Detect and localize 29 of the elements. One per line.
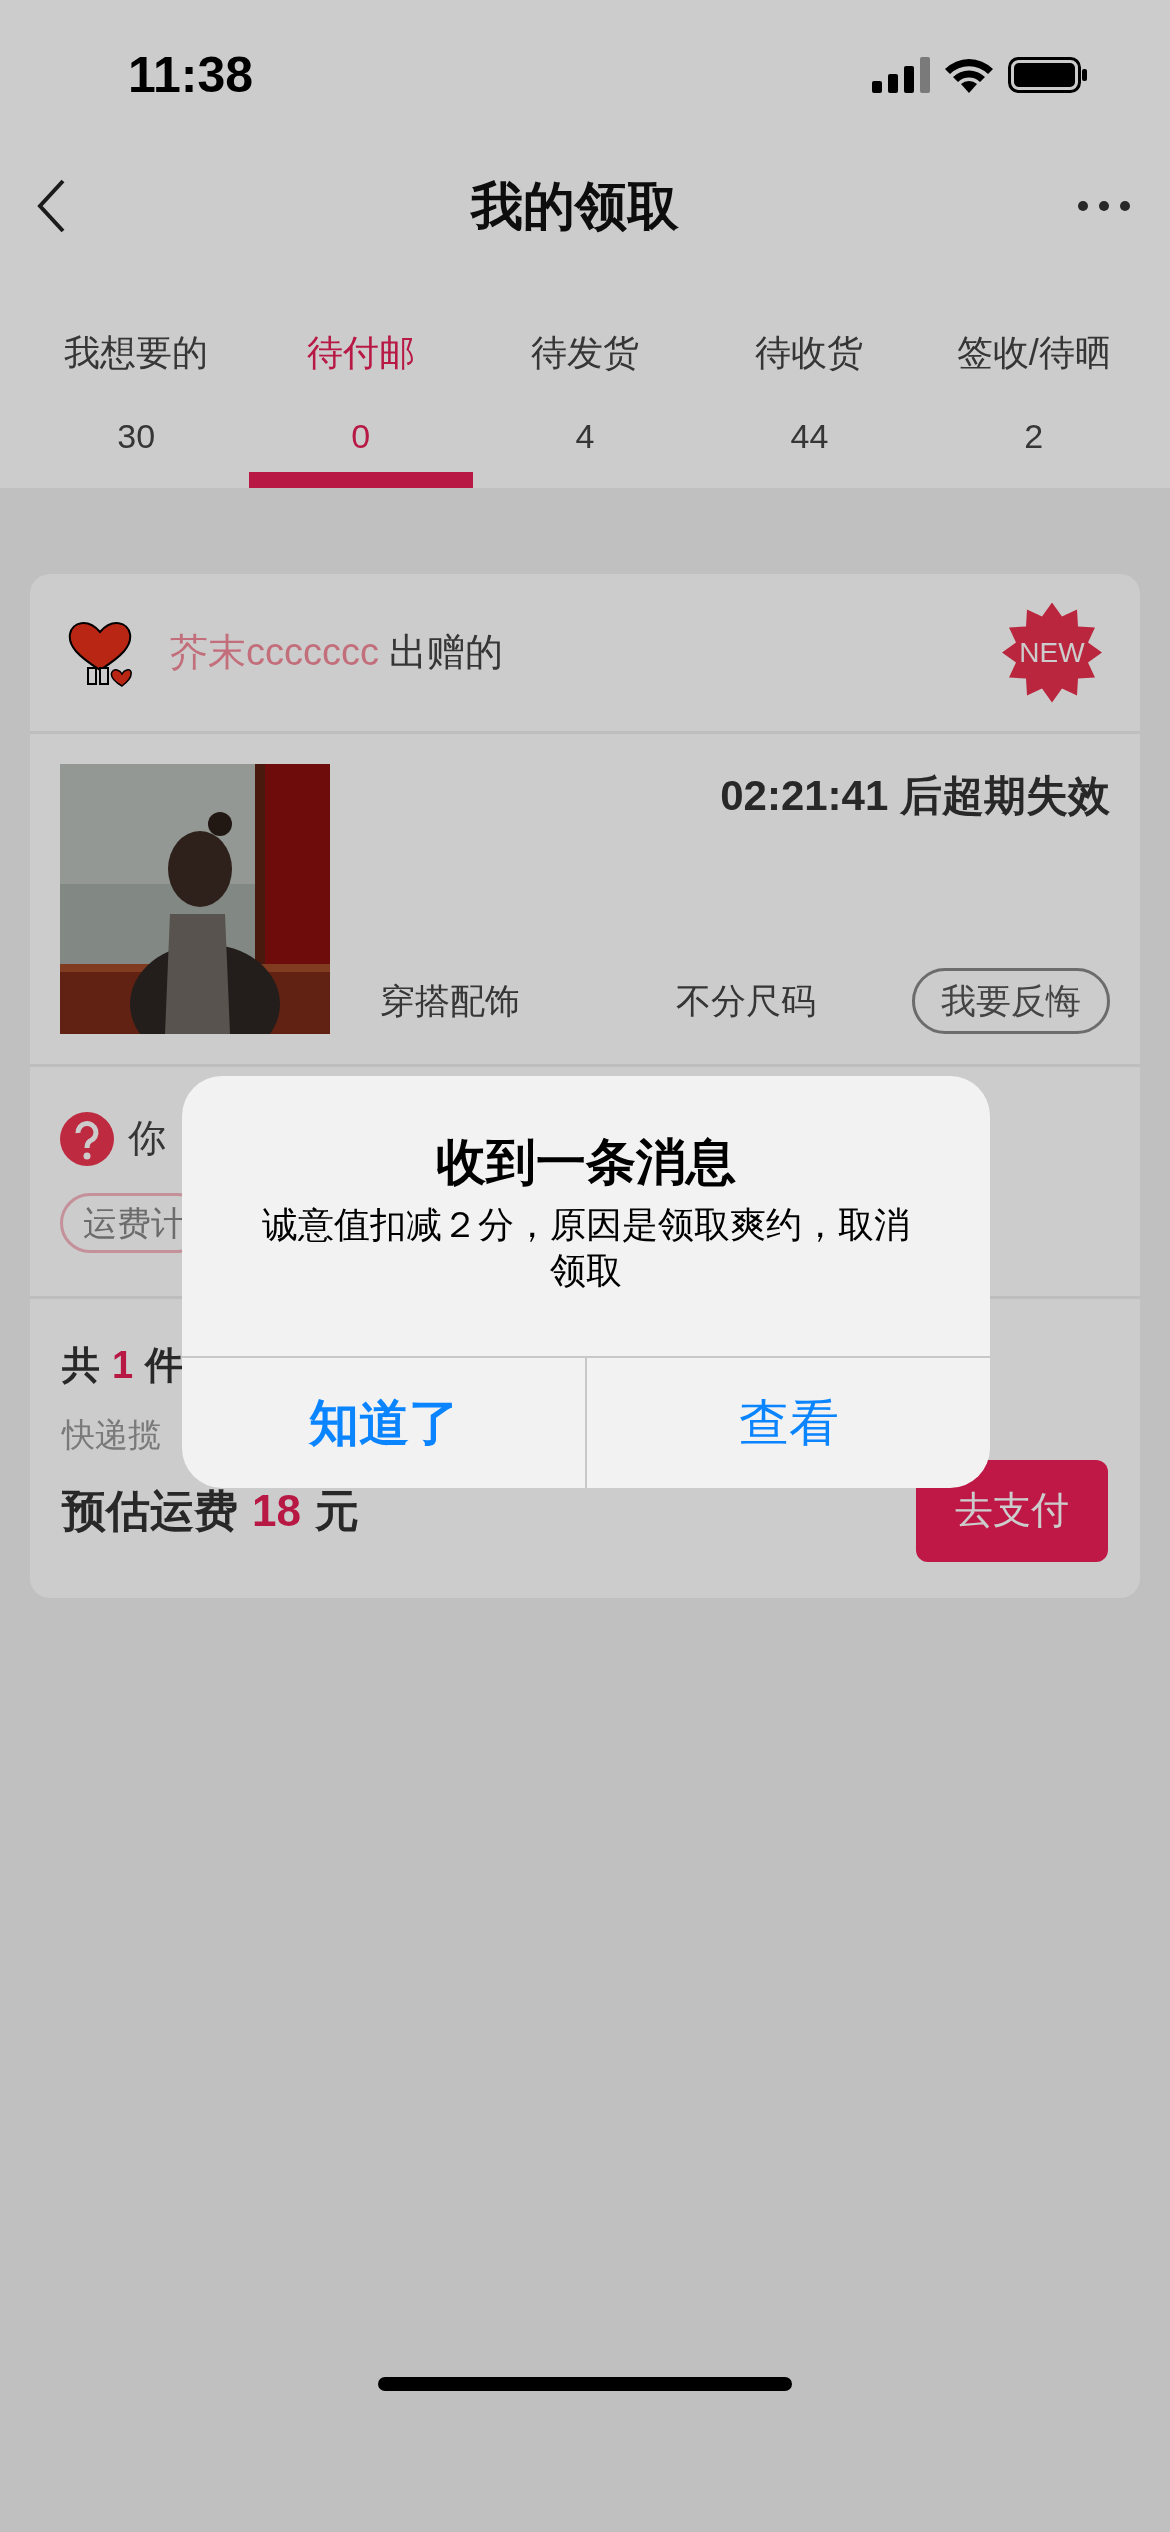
item-unit: 件 — [145, 1343, 184, 1388]
tab[interactable]: 待收货 44 — [697, 328, 922, 488]
dialog-message: 诚意值扣减２分，原因是领取爽约，取消领取 — [261, 1203, 911, 1293]
countdown-text: 02:21:41 后超期失效 — [720, 771, 1110, 821]
pay-button[interactable]: 去支付 — [916, 1459, 1108, 1562]
question-text: 你 — [128, 1116, 166, 1161]
new-badge: NEW — [1002, 602, 1102, 703]
page-title: 我的领取 — [471, 176, 679, 237]
tab[interactable]: 待付邮 0 — [248, 328, 473, 488]
tab[interactable]: 我想要的 30 — [24, 328, 249, 488]
giver-name: 芥末ccccccc — [170, 630, 379, 675]
dialog-button[interactable]: 查看 — [585, 1358, 990, 1488]
courier-text: 快递揽 — [62, 1415, 161, 1455]
help-icon — [60, 1111, 114, 1166]
battery-icon — [1008, 57, 1088, 93]
back-icon — [36, 178, 66, 234]
item-count: 1 — [112, 1343, 134, 1388]
wifi-icon — [944, 57, 994, 93]
regret-button[interactable]: 我要反悔 — [912, 968, 1110, 1034]
size-text: 不分尺码 — [676, 979, 816, 1022]
total-label: 共 — [62, 1343, 100, 1388]
signal-icon — [872, 57, 930, 93]
tab[interactable]: 待发货 4 — [472, 328, 698, 488]
tab[interactable]: 签收/待晒 2 — [921, 328, 1147, 488]
more-icon — [1078, 201, 1130, 211]
dialog-title: 收到一条消息 — [436, 1133, 736, 1192]
gift-label: 出赠的 — [389, 630, 503, 675]
category-text: 穿搭配饰 — [380, 979, 520, 1022]
status-time: 11:38 — [128, 45, 254, 105]
